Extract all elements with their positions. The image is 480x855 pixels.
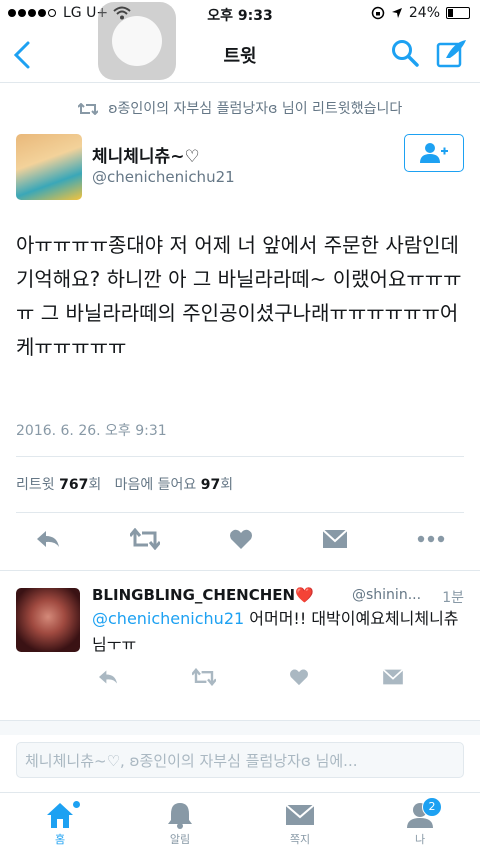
- retweet-icon[interactable]: [191, 668, 216, 686]
- battery-percent: 24%: [408, 5, 440, 21]
- author-name[interactable]: 체니체니츄~♡: [92, 142, 200, 167]
- nav-bar: 트윗: [0, 28, 480, 83]
- status-bar: LG U+ 오후 9:33 24%: [0, 0, 480, 28]
- tweet-timestamp: 2016. 6. 26. 오후 9:31: [16, 423, 167, 439]
- search-icon[interactable]: [390, 38, 420, 68]
- author-avatar[interactable]: [16, 134, 82, 200]
- reply-tweet[interactable]: BLINGBLING_CHENCHEN❤️ @shinin... 1분 @che…: [0, 580, 480, 700]
- likes-count: 97: [200, 477, 221, 493]
- author-handle[interactable]: @chenichenichu21: [92, 168, 235, 186]
- direct-message-icon[interactable]: [322, 528, 348, 550]
- reply-author-name[interactable]: BLINGBLING_CHENCHEN❤️: [92, 586, 314, 604]
- reply-author-handle[interactable]: @shinin...: [352, 587, 421, 603]
- compose-tweet-icon[interactable]: [436, 38, 468, 68]
- follow-button[interactable]: [404, 134, 464, 172]
- tab-label: 홈: [54, 833, 66, 846]
- retweets-count: 767: [59, 477, 89, 493]
- tab-bar: 홈 알림 쪽지 2 나: [0, 792, 480, 855]
- heart-icon[interactable]: [289, 668, 309, 686]
- add-user-icon: [420, 143, 448, 163]
- retweet-icon: [77, 102, 99, 116]
- direct-message-icon[interactable]: [382, 668, 404, 686]
- rotation-lock-icon: [371, 6, 385, 20]
- divider: [16, 512, 464, 513]
- section-separator: [0, 720, 480, 735]
- home-icon: [47, 803, 73, 828]
- notification-badge: 2: [422, 797, 442, 817]
- bell-icon: [168, 803, 192, 829]
- tweet-text: 아ㅠㅠㅠㅠ종대야 저 어제 너 앞에서 주문한 사람인데 기억해요? 하니깐 아…: [16, 233, 462, 359]
- divider: [0, 570, 480, 571]
- heart-icon[interactable]: [229, 528, 253, 550]
- retweets-stat[interactable]: 리트윗 767회: [16, 477, 106, 493]
- retweet-icon[interactable]: [129, 528, 160, 550]
- new-content-dot: [73, 801, 80, 808]
- location-arrow-icon: [391, 8, 402, 18]
- more-options-icon[interactable]: [417, 528, 445, 550]
- reply-compose-input[interactable]: 체니체니츄~♡, ʚ종인이의 자부심 플럼낭자ɞ 님에...: [16, 742, 464, 778]
- reply-mention-link[interactable]: @chenichenichu21: [92, 609, 244, 628]
- tab-messages[interactable]: 쪽지: [260, 799, 340, 847]
- tweet-stats: 리트윗 767회 마음에 들어요 97회: [16, 474, 233, 494]
- likes-stat[interactable]: 마음에 들어요 97회: [115, 477, 234, 493]
- retweet-context: ʚ종인이의 자부심 플럼낭자ɞ 님이 리트윗했습니다: [0, 98, 480, 118]
- reply-action-bar: [60, 668, 440, 686]
- tab-home[interactable]: 홈: [20, 799, 100, 847]
- reply-text: @chenichenichu21 어머머!! 대박이예요체니체니츄님ㅜㅠ: [92, 606, 462, 658]
- tab-label: 쪽지: [289, 833, 311, 846]
- reply-icon[interactable]: [35, 528, 61, 550]
- envelope-icon: [285, 804, 315, 825]
- reply-time: 1분: [442, 590, 464, 606]
- reply-icon[interactable]: [97, 668, 119, 686]
- retweet-context-text: ʚ종인이의 자부심 플럼낭자ɞ 님이 리트윗했습니다: [108, 101, 403, 117]
- tab-me[interactable]: 2 나: [380, 797, 460, 847]
- tweet-action-bar: [0, 528, 480, 550]
- tab-notifications[interactable]: 알림: [140, 799, 220, 847]
- assistive-touch-button[interactable]: [98, 2, 176, 80]
- tab-label: 나: [414, 833, 426, 846]
- divider: [16, 456, 464, 457]
- battery-icon: [446, 7, 470, 19]
- tab-label: 알림: [169, 833, 191, 846]
- reply-author-avatar[interactable]: [16, 588, 80, 652]
